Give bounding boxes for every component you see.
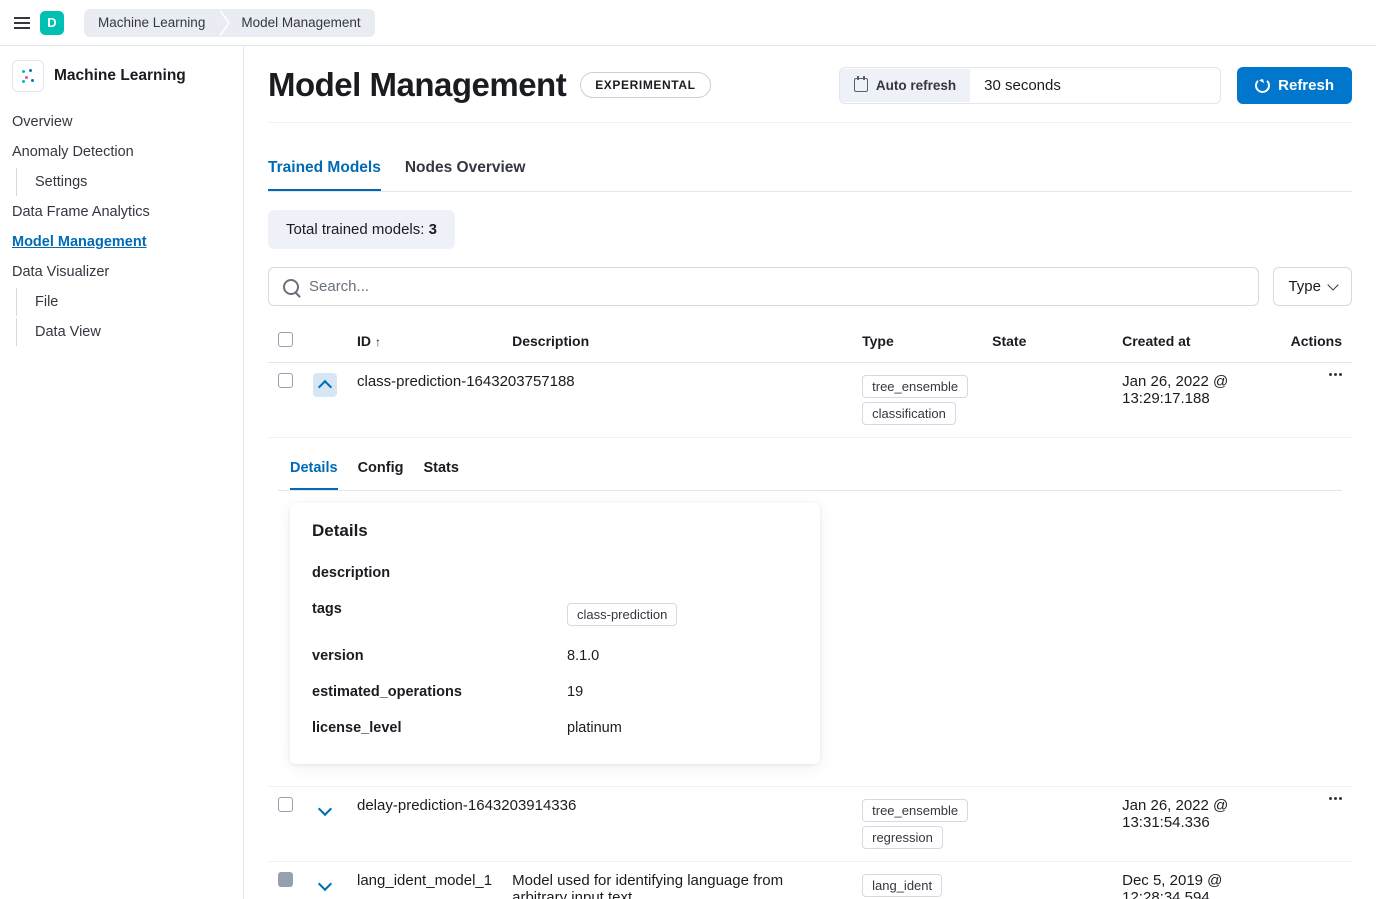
kv-key: description bbox=[312, 565, 567, 581]
chevron-down-icon bbox=[318, 877, 332, 891]
kv-val: platinum bbox=[567, 720, 622, 736]
page-title: Model Management bbox=[268, 66, 566, 104]
expand-row-button[interactable] bbox=[313, 373, 337, 397]
tab-trained-models[interactable]: Trained Models bbox=[268, 149, 381, 191]
sidebar-item-anomaly-detection[interactable]: Anomaly Detection bbox=[12, 138, 231, 166]
created-at: Dec 5, 2019 @ 12:28:34.594 bbox=[1112, 862, 1281, 899]
sidebar-item-data-visualizer[interactable]: Data Visualizer bbox=[12, 258, 231, 286]
col-id[interactable]: ID↑ bbox=[347, 320, 502, 363]
refresh-icon bbox=[1255, 78, 1270, 93]
chevron-up-icon bbox=[318, 380, 332, 394]
inner-tab-stats[interactable]: Stats bbox=[423, 448, 458, 490]
created-at: Jan 26, 2022 @ 13:31:54.336 bbox=[1112, 787, 1281, 862]
chevron-down-icon bbox=[318, 802, 332, 816]
sidebar-title: Machine Learning bbox=[54, 67, 186, 85]
row-actions-button[interactable] bbox=[1329, 797, 1342, 800]
sidebar-item-model-management[interactable]: Model Management bbox=[12, 228, 231, 256]
tab-nodes-overview[interactable]: Nodes Overview bbox=[405, 149, 526, 191]
kv-val: class-prediction bbox=[567, 601, 681, 628]
row-actions-button[interactable] bbox=[1329, 373, 1342, 376]
ml-app-icon bbox=[12, 60, 44, 92]
chevron-down-icon bbox=[1327, 279, 1338, 290]
model-types: tree_ensemble regression bbox=[852, 787, 982, 862]
select-all-checkbox[interactable] bbox=[278, 332, 293, 347]
calendar-icon bbox=[854, 78, 868, 92]
experimental-badge: EXPERIMENTAL bbox=[580, 72, 710, 98]
kv-val: 19 bbox=[567, 684, 583, 700]
expand-row-button[interactable] bbox=[313, 872, 337, 896]
kv-key: version bbox=[312, 648, 567, 664]
type-filter-button[interactable]: Type bbox=[1273, 267, 1352, 306]
sidebar-item-file[interactable]: File bbox=[16, 288, 231, 316]
autorefresh-value[interactable]: 30 seconds bbox=[970, 68, 1220, 103]
autorefresh-label: Auto refresh bbox=[876, 78, 956, 93]
inner-tab-config[interactable]: Config bbox=[358, 448, 404, 490]
col-description[interactable]: Description bbox=[502, 320, 852, 363]
sidebar-item-data-view[interactable]: Data View bbox=[16, 318, 231, 346]
table-row: lang_ident_model_1 Model used for identi… bbox=[268, 862, 1352, 899]
sidebar-item-settings[interactable]: Settings bbox=[16, 168, 231, 196]
sort-asc-icon: ↑ bbox=[375, 335, 381, 349]
model-id: lang_ident_model_1 bbox=[347, 862, 502, 899]
col-state[interactable]: State bbox=[982, 320, 1112, 363]
refresh-button[interactable]: Refresh bbox=[1237, 67, 1352, 104]
breadcrumb-item[interactable]: Model Management bbox=[219, 9, 374, 37]
autorefresh-control[interactable]: Auto refresh 30 seconds bbox=[839, 67, 1221, 104]
search-icon bbox=[283, 279, 299, 295]
model-id: delay-prediction-1643203914336 bbox=[347, 787, 852, 862]
expand-row-button[interactable] bbox=[313, 797, 337, 821]
sidebar-item-overview[interactable]: Overview bbox=[12, 108, 231, 136]
kv-key: license_level bbox=[312, 720, 567, 736]
kv-key: estimated_operations bbox=[312, 684, 567, 700]
details-title: Details bbox=[312, 521, 798, 541]
row-checkbox[interactable] bbox=[278, 872, 293, 887]
model-types: tree_ensemble classification bbox=[852, 363, 982, 438]
total-count: Total trained models: 3 bbox=[268, 210, 455, 249]
sidebar: Machine Learning Overview Anomaly Detect… bbox=[0, 46, 244, 899]
menu-icon[interactable] bbox=[12, 13, 32, 33]
search-input[interactable]: Search... bbox=[268, 267, 1259, 306]
inner-tab-details[interactable]: Details bbox=[290, 448, 338, 490]
breadcrumb-item[interactable]: Machine Learning bbox=[84, 9, 219, 37]
models-table: ID↑ Description Type State Created at Ac… bbox=[268, 320, 1352, 899]
table-row: delay-prediction-1643203914336 tree_ense… bbox=[268, 787, 1352, 862]
created-at: Jan 26, 2022 @ 13:29:17.188 bbox=[1112, 363, 1281, 438]
details-card: Details description tagsclass-prediction… bbox=[290, 503, 820, 764]
sidebar-item-data-frame-analytics[interactable]: Data Frame Analytics bbox=[12, 198, 231, 226]
kv-key: tags bbox=[312, 601, 567, 628]
row-checkbox[interactable] bbox=[278, 373, 293, 388]
kv-val: 8.1.0 bbox=[567, 648, 599, 664]
app-badge[interactable]: D bbox=[40, 11, 64, 35]
col-created-at[interactable]: Created at bbox=[1112, 320, 1281, 363]
model-description: Model used for identifying language from… bbox=[502, 862, 852, 899]
breadcrumb: Machine Learning Model Management bbox=[84, 9, 375, 37]
model-id: class-prediction-1643203757188 bbox=[347, 363, 852, 438]
col-actions: Actions bbox=[1281, 320, 1352, 363]
row-checkbox[interactable] bbox=[278, 797, 293, 812]
table-row: class-prediction-1643203757188 tree_ense… bbox=[268, 363, 1352, 438]
col-type[interactable]: Type bbox=[852, 320, 982, 363]
model-types: lang_ident classification built-in bbox=[852, 862, 982, 899]
